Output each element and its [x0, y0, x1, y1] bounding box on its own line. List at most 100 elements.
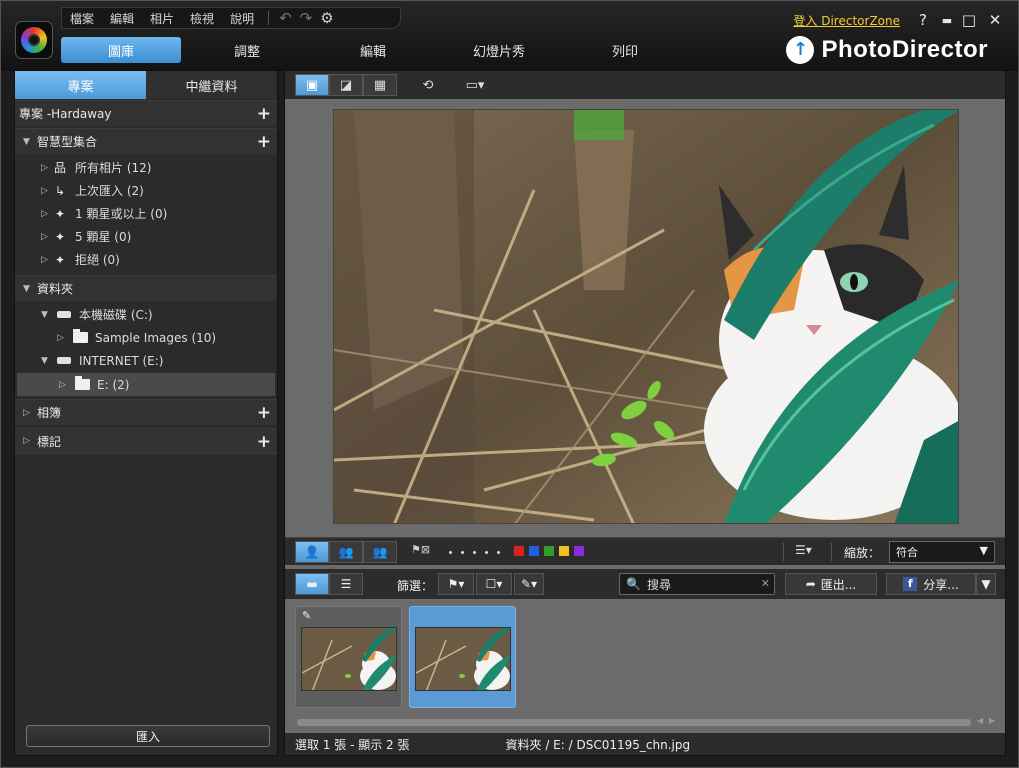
thumbnail-scrollbar[interactable]: ◀ ▶	[285, 716, 1005, 729]
add-smart-collection-icon[interactable]: +	[257, 132, 271, 152]
color-label-blue[interactable]	[529, 546, 539, 556]
scroll-right-icon[interactable]: ▶	[989, 716, 995, 725]
rotate-icon: ⟲	[422, 77, 434, 93]
scroll-left-icon[interactable]: ◀	[977, 716, 983, 725]
dropdown-arrow-icon: ▼	[981, 577, 991, 591]
tab-adjust[interactable]: 調整	[187, 37, 307, 63]
left-panel: 專案 中繼資料 專案 -Hardaway + ▼ 智慧型集合 + ▷ 品 所有相…	[14, 70, 278, 756]
share-button[interactable]: f 分享...	[886, 573, 976, 595]
tab-library[interactable]: 圖庫	[61, 37, 181, 63]
star-rating-dot[interactable]	[473, 551, 476, 554]
menu-photo[interactable]: 相片	[142, 10, 182, 27]
tab-print[interactable]: 列印	[565, 37, 685, 63]
smart-collections-header[interactable]: ▼ 智慧型集合 +	[15, 128, 277, 154]
tags-header[interactable]: ▷ 標記 +	[15, 428, 277, 454]
single-person-button[interactable]: 👤	[295, 541, 329, 563]
undo-icon[interactable]: ↶	[279, 9, 292, 27]
menu-file[interactable]: 檔案	[62, 10, 102, 27]
star-rating-dot[interactable]	[485, 551, 488, 554]
checkbox-filter-icon: ☐▾	[485, 577, 503, 591]
project-header[interactable]: 專案 -Hardaway +	[15, 100, 277, 126]
search-placeholder: 搜尋	[646, 577, 671, 592]
share-dropdown-button[interactable]: ▼	[976, 573, 996, 595]
two-people-button[interactable]: 👥	[329, 541, 363, 563]
menu-view[interactable]: 檢視	[182, 10, 222, 27]
folders-header[interactable]: ▼ 資料夾	[15, 275, 277, 301]
star-rating-dot[interactable]	[497, 551, 500, 554]
folder-drive-c[interactable]: ▼ 本機磁碟 (C:)	[15, 303, 277, 326]
expand-right-icon: ▷	[41, 231, 48, 242]
thumbnail-view-button[interactable]: ▬	[295, 573, 329, 595]
tab-metadata[interactable]: 中繼資料	[146, 71, 277, 99]
share-label: 分享...	[923, 577, 959, 592]
divider	[783, 543, 784, 561]
expand-down-icon: ▼	[41, 309, 48, 320]
thumbnail-item[interactable]: ✎	[295, 606, 402, 708]
flag-icon[interactable]: ⚑⊠	[411, 543, 430, 556]
compare-view-button[interactable]: ◪	[329, 74, 363, 96]
scrollbar-track[interactable]	[297, 719, 971, 726]
app-logo-icon[interactable]	[15, 21, 53, 59]
folder-sample-images[interactable]: ▷ Sample Images (10)	[15, 326, 277, 349]
import-button[interactable]: 匯入	[26, 725, 270, 747]
add-project-icon[interactable]: +	[257, 104, 271, 124]
settings-gear-icon[interactable]: ⚙	[320, 9, 333, 27]
maximize-button[interactable]: □	[960, 11, 978, 29]
folder-icon	[73, 329, 88, 343]
menu-edit[interactable]: 編輯	[102, 10, 142, 27]
albums-header[interactable]: ▷ 相簿 +	[15, 399, 277, 425]
expand-right-icon: ▷	[23, 436, 30, 446]
flag-filter-button[interactable]: ⚑▾	[438, 573, 474, 595]
sidebar-item-rejected[interactable]: ▷ ✦ 拒絕 (0)	[15, 248, 277, 271]
menu-help[interactable]: 說明	[222, 10, 262, 27]
export-label: 匯出...	[820, 577, 857, 592]
photo-preview[interactable]	[333, 109, 959, 524]
brand-logo: ↑ PhotoDirector	[786, 36, 988, 64]
list-view-button[interactable]: ☰	[329, 573, 363, 595]
redo-icon[interactable]: ↷	[300, 9, 313, 27]
group-people-button[interactable]: 👥	[363, 541, 397, 563]
display-menu-button[interactable]: ▭▾	[455, 74, 495, 96]
close-button[interactable]: ✕	[986, 11, 1004, 29]
mode-tabs: 圖庫 調整 編輯 幻燈片秀 列印	[61, 37, 691, 65]
clear-search-icon[interactable]: ✕	[761, 577, 770, 590]
star-rating-dot[interactable]	[449, 551, 452, 554]
single-view-button[interactable]: ▣	[295, 74, 329, 96]
sidebar-item-last-import[interactable]: ▷ ↳ 上次匯入 (2)	[15, 179, 277, 202]
status-bar: 選取 1 張 - 顯示 2 張 資料夾 / E: / DSC01195_chn.…	[285, 733, 1005, 755]
color-label-yellow[interactable]	[559, 546, 569, 556]
color-label-red[interactable]	[514, 546, 524, 556]
star-rating-dot[interactable]	[461, 551, 464, 554]
thumbnail-item-selected[interactable]	[409, 606, 516, 708]
add-tag-icon[interactable]: +	[257, 432, 271, 452]
rating-filter-button[interactable]: ☐▾	[476, 573, 512, 595]
folder-drive-e[interactable]: ▼ INTERNET (E:)	[15, 349, 277, 372]
grid-view-button[interactable]: ▦	[363, 74, 397, 96]
search-input[interactable]: 🔍 搜尋 ✕	[619, 573, 775, 595]
sidebar-item-five-stars[interactable]: ▷ ✦ 5 顆星 (0)	[15, 225, 277, 248]
minimize-button[interactable]: ▬	[938, 14, 956, 27]
sidebar-item-all-photos[interactable]: ▷ 品 所有相片 (12)	[15, 156, 277, 179]
smart-star-icon: ✦	[54, 229, 66, 244]
file-path-status: 資料夾 / E: / DSC01195_chn.jpg	[505, 737, 691, 752]
rotate-view-button[interactable]: ⟲	[411, 74, 445, 96]
single-view-icon: ▣	[305, 77, 319, 93]
tab-slideshow[interactable]: 幻燈片秀	[439, 37, 559, 63]
sidebar-item-one-star-up[interactable]: ▷ ✦ 1 顆星或以上 (0)	[15, 202, 277, 225]
add-album-icon[interactable]: +	[257, 403, 271, 423]
export-button[interactable]: ➦ 匯出...	[785, 573, 877, 595]
hierarchy-icon: 品	[53, 161, 66, 175]
tab-project[interactable]: 專案	[15, 71, 146, 99]
sort-menu-icon[interactable]: ☰▾	[795, 543, 812, 557]
signin-directorzone-link[interactable]: 登入 DirectorZone	[793, 12, 900, 29]
help-button[interactable]: ?	[914, 11, 932, 29]
color-label-green[interactable]	[544, 546, 554, 556]
tab-edit[interactable]: 編輯	[313, 37, 433, 63]
export-icon: ➦	[805, 577, 816, 591]
color-label-purple[interactable]	[574, 546, 584, 556]
zoom-select[interactable]: 符合 ▼	[889, 541, 995, 563]
edit-filter-button[interactable]: ✎▾	[514, 573, 544, 595]
folder-label: 本機磁碟 (C:)	[79, 308, 153, 322]
folder-e-root[interactable]: ▷ E: (2)	[17, 373, 275, 396]
app-window: 檔案 編輯 相片 檢視 說明 ↶ ↷ ⚙ 登入 DirectorZone ? ▬…	[0, 0, 1019, 768]
